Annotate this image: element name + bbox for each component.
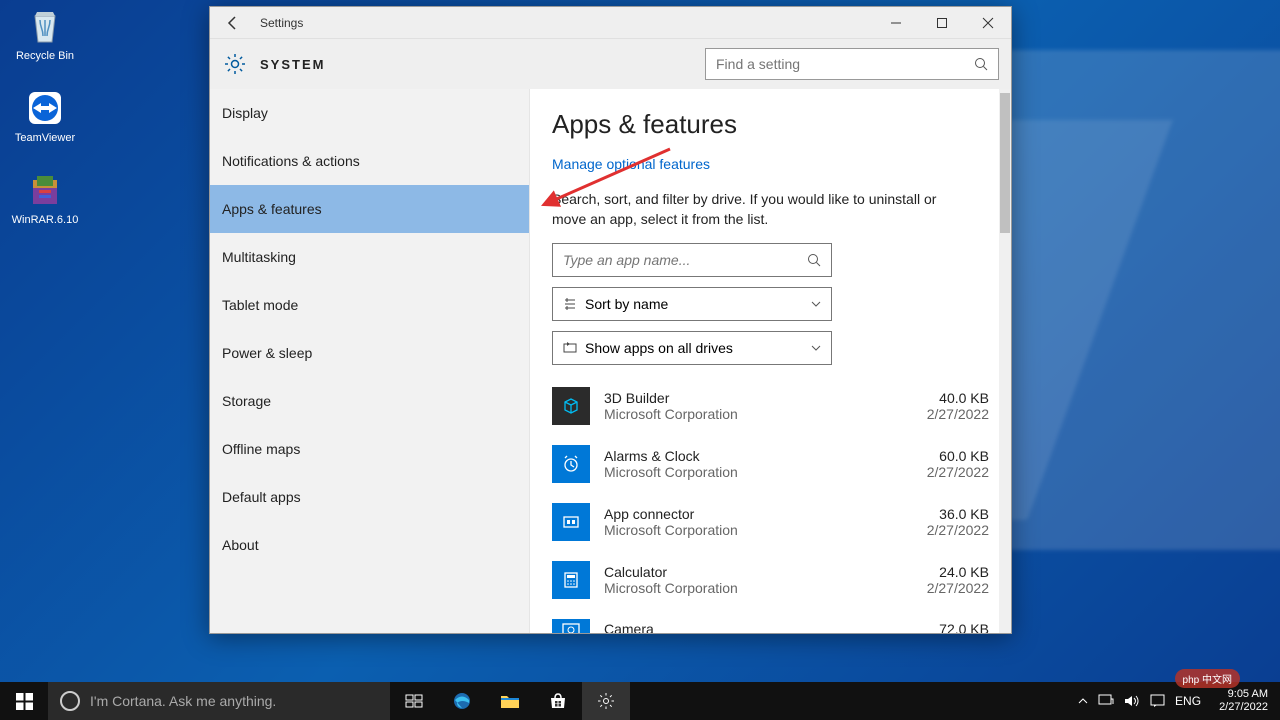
sidebar-item-notifications[interactable]: Notifications & actions (210, 137, 529, 185)
app-date: 2/27/2022 (927, 522, 989, 538)
sidebar-item-about[interactable]: About (210, 521, 529, 569)
taskbar-task-view[interactable] (390, 682, 438, 720)
search-icon (974, 57, 988, 71)
sort-icon (563, 297, 577, 311)
desktop-icon-label: Recycle Bin (16, 50, 74, 62)
filter-dropdown[interactable]: Show apps on all drives (552, 331, 832, 365)
manage-optional-features-link[interactable]: Manage optional features (552, 156, 710, 172)
app-size: 40.0 KB (927, 390, 989, 406)
sidebar-item-storage[interactable]: Storage (210, 377, 529, 425)
tray-network-icon[interactable] (1098, 694, 1114, 708)
app-publisher: Microsoft Corporation (604, 464, 913, 480)
chevron-down-icon (811, 301, 821, 307)
app-search-input[interactable] (563, 252, 807, 268)
app-name: App connector (604, 506, 913, 522)
app-name: Calculator (604, 564, 913, 580)
sort-dropdown[interactable]: Sort by name (552, 287, 832, 321)
sidebar: Display Notifications & actions Apps & f… (210, 89, 530, 633)
sidebar-item-power-sleep[interactable]: Power & sleep (210, 329, 529, 377)
app-date: 2/27/2022 (927, 464, 989, 480)
content-pane: Apps & features Manage optional features… (530, 89, 1011, 633)
cortana-placeholder: I'm Cortana. Ask me anything. (90, 693, 276, 709)
sidebar-item-display[interactable]: Display (210, 89, 529, 137)
app-row-app-connector[interactable]: App connectorMicrosoft Corporation 36.0 … (552, 493, 989, 551)
app-search-box[interactable] (552, 243, 832, 277)
cortana-icon (60, 691, 80, 711)
settings-header: SYSTEM (210, 39, 1011, 89)
scrollbar[interactable] (999, 89, 1011, 633)
app-size: 72.0 KB (939, 621, 989, 633)
app-icon (552, 387, 590, 425)
cortana-search[interactable]: I'm Cortana. Ask me anything. (48, 682, 390, 720)
app-size: 36.0 KB (927, 506, 989, 522)
header-title: SYSTEM (260, 57, 693, 72)
app-size: 60.0 KB (927, 448, 989, 464)
app-icon (552, 561, 590, 599)
chevron-down-icon (811, 345, 821, 351)
taskbar-file-explorer[interactable] (486, 682, 534, 720)
tray-date: 2/27/2022 (1219, 701, 1268, 714)
drive-icon (563, 341, 577, 355)
taskbar-settings[interactable] (582, 682, 630, 720)
filter-label: Show apps on all drives (585, 340, 803, 356)
app-name: Alarms & Clock (604, 448, 913, 464)
watermark-badge: php 中文网 (1175, 669, 1240, 688)
taskbar-edge[interactable] (438, 682, 486, 720)
system-tray: ENG 9:05 AM 2/27/2022 (1078, 682, 1280, 720)
app-list: 3D BuilderMicrosoft Corporation 40.0 KB2… (552, 377, 989, 633)
minimize-button[interactable] (873, 7, 919, 39)
app-row-3d-builder[interactable]: 3D BuilderMicrosoft Corporation 40.0 KB2… (552, 377, 989, 435)
page-heading: Apps & features (552, 109, 989, 140)
app-icon (552, 619, 590, 633)
teamviewer-icon (23, 86, 67, 130)
back-button[interactable] (210, 7, 256, 39)
tray-clock[interactable]: 9:05 AM 2/27/2022 (1211, 688, 1276, 714)
app-icon (552, 503, 590, 541)
find-setting-search[interactable] (705, 48, 999, 80)
app-name: 3D Builder (604, 390, 913, 406)
start-button[interactable] (0, 682, 48, 720)
tray-chevron-icon[interactable] (1078, 698, 1088, 704)
desktop-icons: Recycle Bin TeamViewer WinRAR.6.10 (4, 2, 86, 228)
app-publisher: Microsoft Corporation (604, 580, 913, 596)
maximize-button[interactable] (919, 7, 965, 39)
desktop-icon-label: WinRAR.6.10 (12, 214, 79, 226)
search-icon (807, 253, 821, 267)
close-button[interactable] (965, 7, 1011, 39)
tray-volume-icon[interactable] (1124, 694, 1140, 708)
taskbar: I'm Cortana. Ask me anything. ENG 9:05 A… (0, 682, 1280, 720)
sidebar-item-apps-features[interactable]: Apps & features (210, 185, 529, 233)
app-publisher: Microsoft Corporation (604, 522, 913, 538)
app-date: 2/27/2022 (927, 580, 989, 596)
titlebar: Settings (210, 7, 1011, 39)
sidebar-item-multitasking[interactable]: Multitasking (210, 233, 529, 281)
app-publisher: Microsoft Corporation (604, 406, 913, 422)
page-description: Search, sort, and filter by drive. If yo… (552, 190, 972, 229)
desktop-icon-winrar[interactable]: WinRAR.6.10 (4, 166, 86, 228)
sidebar-item-default-apps[interactable]: Default apps (210, 473, 529, 521)
settings-window: Settings SYSTEM Display Notifications & … (209, 6, 1012, 634)
tray-time: 9:05 AM (1219, 688, 1268, 701)
gear-icon (222, 51, 248, 77)
tray-notifications-icon[interactable] (1150, 694, 1165, 708)
sidebar-item-offline-maps[interactable]: Offline maps (210, 425, 529, 473)
sort-label: Sort by name (585, 296, 803, 312)
app-date: 2/27/2022 (927, 406, 989, 422)
desktop-icon-recycle-bin[interactable]: Recycle Bin (4, 2, 86, 64)
app-row-alarms-clock[interactable]: Alarms & ClockMicrosoft Corporation 60.0… (552, 435, 989, 493)
find-setting-input[interactable] (716, 56, 974, 72)
app-name: Camera (604, 621, 925, 633)
desktop-icon-label: TeamViewer (15, 132, 75, 144)
winrar-icon (23, 168, 67, 212)
window-title: Settings (256, 16, 873, 30)
taskbar-store[interactable] (534, 682, 582, 720)
app-icon (552, 445, 590, 483)
sidebar-item-tablet-mode[interactable]: Tablet mode (210, 281, 529, 329)
app-row-camera[interactable]: Camera 72.0 KB (552, 609, 989, 633)
tray-language[interactable]: ENG (1175, 694, 1201, 708)
recycle-bin-icon (23, 4, 67, 48)
desktop-icon-teamviewer[interactable]: TeamViewer (4, 84, 86, 146)
app-row-calculator[interactable]: CalculatorMicrosoft Corporation 24.0 KB2… (552, 551, 989, 609)
app-size: 24.0 KB (927, 564, 989, 580)
